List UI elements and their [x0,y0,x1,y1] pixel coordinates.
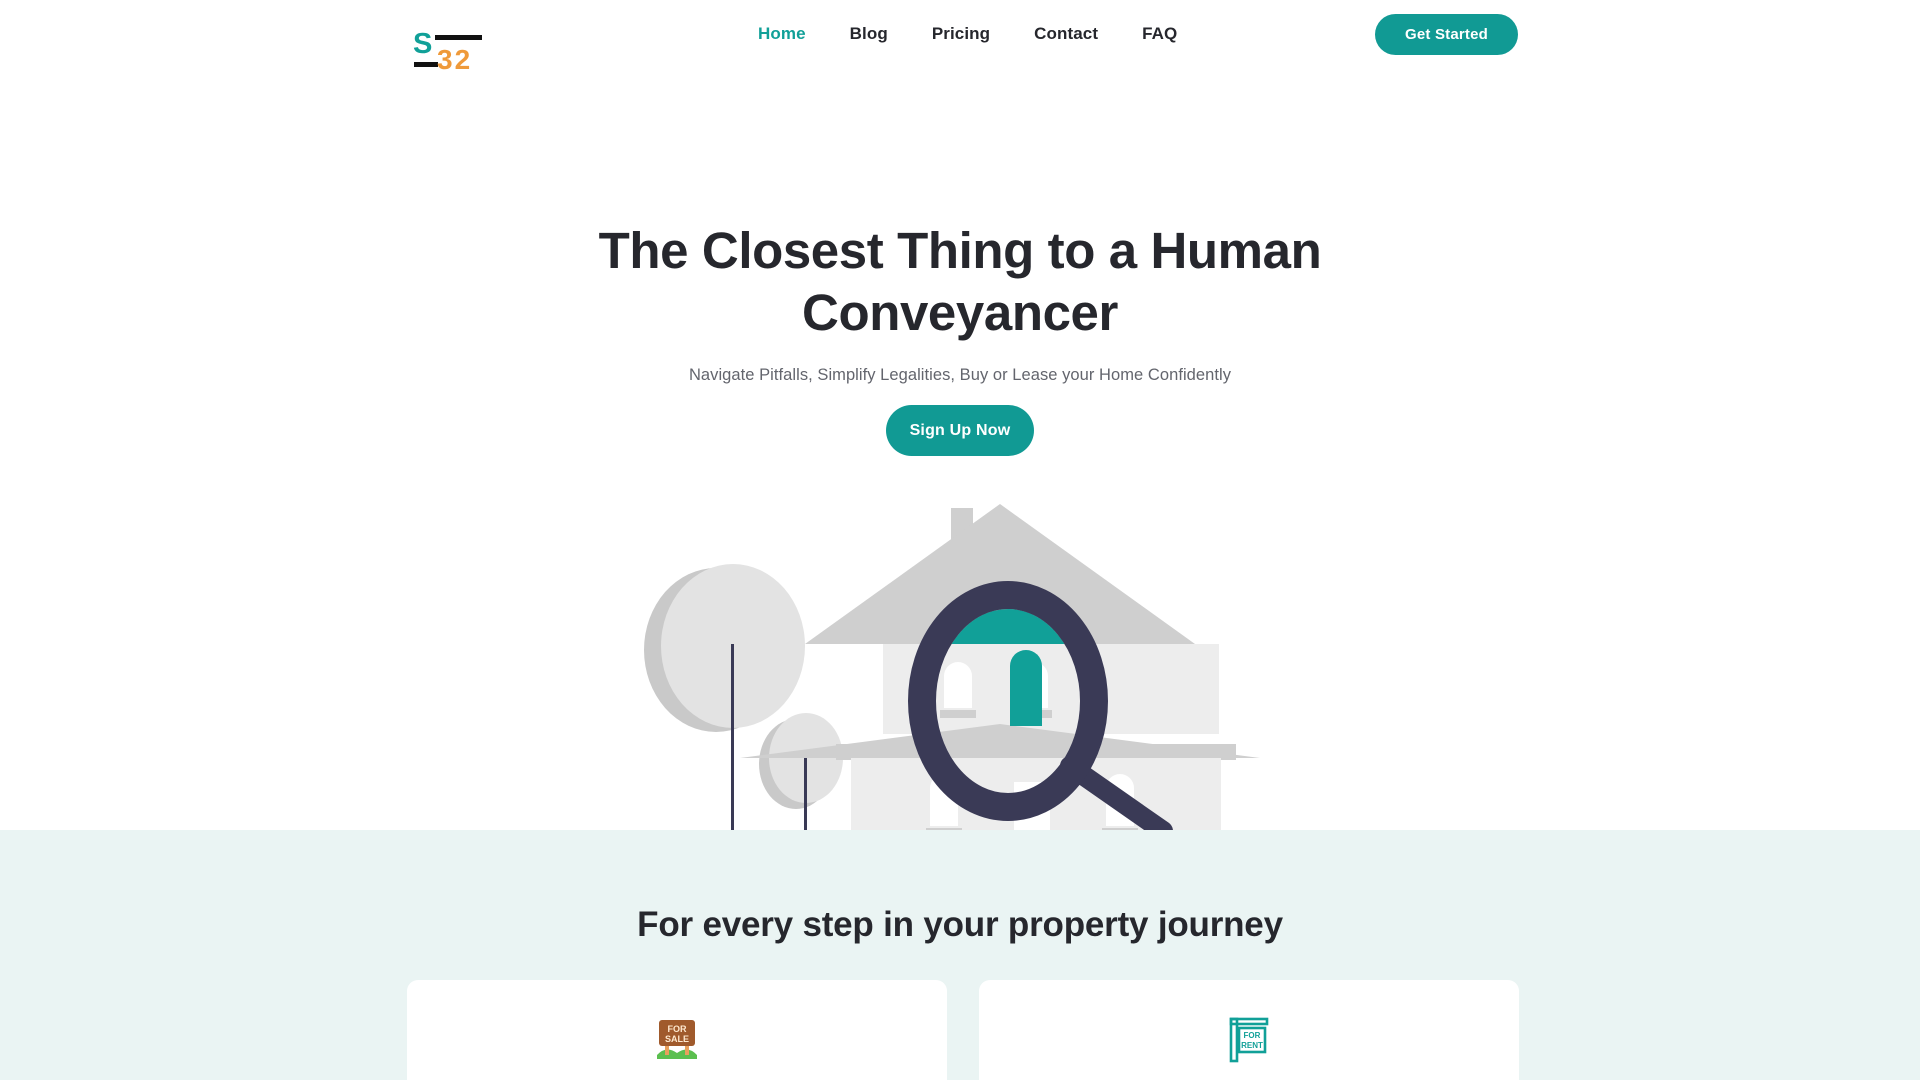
hero-title-line-2: Conveyancer [802,284,1118,341]
hero-title-line-1: The Closest Thing to a Human [598,222,1322,279]
svg-text:32: 32 [437,44,472,75]
nav-item-faq[interactable]: FAQ [1120,22,1199,46]
nav-item-home[interactable]: Home [736,22,828,46]
for-rent-line-2: RENT [1241,1041,1263,1050]
for-sale-line-1: FOR [668,1024,687,1034]
site-header: S 32 Home Blog Pricing Contact FAQ Get S… [0,0,1920,78]
feature-card-section-32[interactable]: FOR SALE Section 32 [407,980,947,1080]
nav-item-contact[interactable]: Contact [1012,22,1120,46]
features-title: For every step in your property journey [637,905,1283,944]
svg-text:S: S [413,28,432,60]
feature-card-list: FOR SALE Section 32 FOR RENT Rental Agre… [407,980,1519,1080]
site-logo[interactable]: S 32 [413,26,505,78]
hero-subtitle: Navigate Pitfalls, Simplify Legalities, … [688,366,1232,384]
features-section: For every step in your property journey … [0,830,1920,1080]
nav-item-blog[interactable]: Blog [828,22,910,46]
main-navigation: Home Blog Pricing Contact FAQ [736,22,1199,46]
hero-section: The Closest Thing to a Human Conveyancer… [0,78,1920,858]
hero-title: The Closest Thing to a Human Conveyancer [0,220,1920,344]
for-rent-sign-icon: FOR RENT [1229,1017,1269,1063]
for-sale-line-2: SALE [665,1034,689,1044]
hero-illustration [600,496,1320,864]
for-sale-sign-icon: FOR SALE [657,1020,697,1059]
nav-item-pricing[interactable]: Pricing [910,22,1012,46]
feature-card-rental-agreements[interactable]: FOR RENT Rental Agreements [979,980,1519,1080]
logo-mark-icon: S 32 [413,28,482,75]
hero-cta-container: Sign Up Now [0,405,1920,456]
tree-large-icon [644,564,805,852]
house-with-magnifying-glass-icon [600,504,1280,858]
get-started-button[interactable]: Get Started [1375,14,1518,55]
sign-up-now-button[interactable]: Sign Up Now [886,405,1034,456]
for-rent-line-1: FOR [1244,1031,1261,1040]
